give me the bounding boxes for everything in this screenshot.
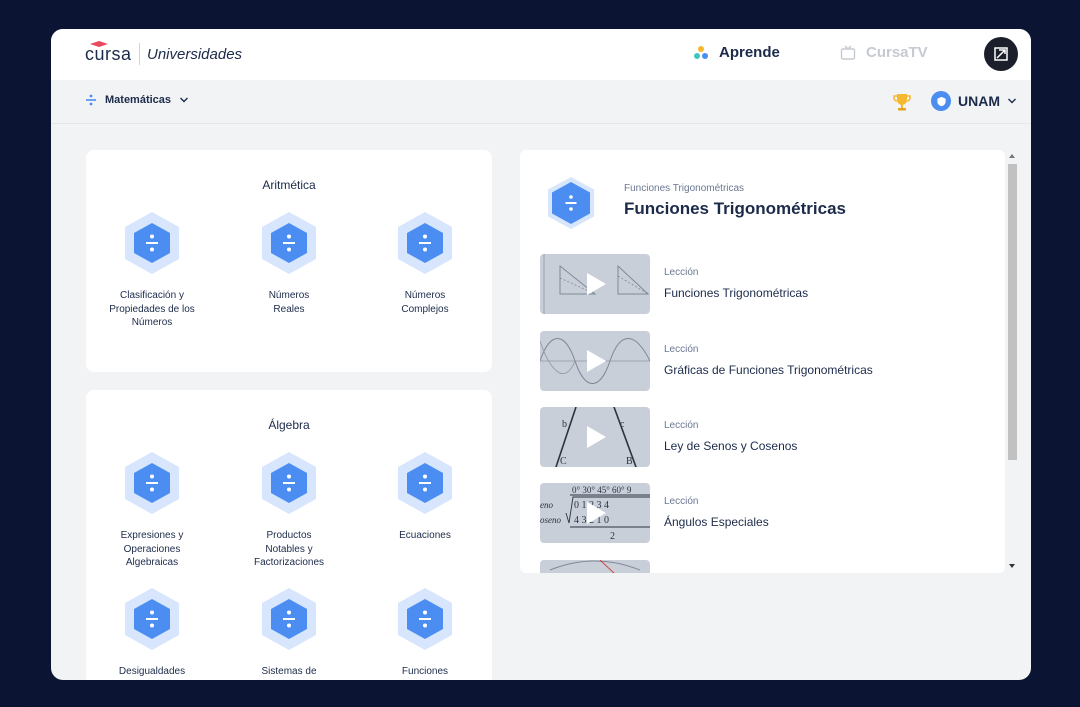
top-navbar: cursa Universidades Aprende CursaTV <box>51 29 1031 80</box>
panel-kicker: Funciones Trigonométricas <box>624 183 745 194</box>
lesson-item[interactable]: Lección Gráficas de Funciones Trigonomét… <box>540 331 980 391</box>
algebra-card: Álgebra Expresiones y Operaciones Algebr… <box>86 390 492 680</box>
svg-text:0° 30° 45° 60° 9: 0° 30° 45° 60° 9 <box>572 485 632 495</box>
device-frame: cursa Universidades Aprende CursaTV Mate… <box>0 0 1080 707</box>
lesson-name: Funciones Trigonométricas <box>664 286 809 300</box>
topic-item[interactable]: Funciones <box>375 587 475 679</box>
graduation-hat-icon <box>90 41 108 47</box>
logo-subtitle: Universidades <box>147 46 243 63</box>
svg-text:eno: eno <box>540 500 553 510</box>
chevron-down-icon <box>1008 98 1016 104</box>
logo-divider <box>139 43 140 65</box>
lesson-kind: Lección <box>664 496 699 507</box>
topic-label: Números Complejos <box>401 290 449 315</box>
topic-item[interactable]: Sistemas de <box>239 587 339 679</box>
topic-item[interactable]: Números Reales <box>239 211 339 316</box>
divide-icon <box>259 211 319 275</box>
lessons-panel: Funciones Trigonométricas Funciones Trig… <box>520 150 1005 573</box>
university-label: UNAM <box>958 93 1000 109</box>
subject-bar: Matemáticas UNAM <box>51 80 1031 124</box>
topic-label: Ecuaciones <box>399 530 451 541</box>
nav-cursatv[interactable]: CursaTV <box>840 44 928 61</box>
lesson-kind: Lección <box>664 420 699 431</box>
lesson-thumbnail: 0° 30° 45° 60° 9 eno oseno 0 1 2 3 4 4 3… <box>540 483 650 543</box>
university-selector[interactable]: UNAM <box>931 91 1017 111</box>
divide-icon <box>395 211 455 275</box>
divide-icon <box>122 211 182 275</box>
divide-icon <box>122 451 182 515</box>
user-avatar-button[interactable] <box>984 37 1018 71</box>
topic-label: Desigualdades <box>118 666 186 677</box>
lesson-item[interactable]: Lección Funciones Trigonométricas <box>540 254 980 314</box>
lesson-thumbnail <box>540 560 650 573</box>
nav-aprende-label: Aprende <box>719 44 780 61</box>
panel-scrollbar[interactable] <box>1005 150 1018 573</box>
svg-text:B: B <box>626 456 633 467</box>
topic-label: Sistemas de <box>261 666 317 677</box>
topic-item[interactable]: Expresiones y Operaciones Algebraicas <box>102 451 202 570</box>
topic-item[interactable]: Ecuaciones <box>375 451 475 543</box>
lesson-item[interactable]: b c C B Lección Ley de Senos y Cosenos <box>540 407 980 467</box>
lesson-name: Gráficas de Funciones Trigonométricas <box>664 363 873 377</box>
trophy-icon[interactable] <box>892 92 912 112</box>
lesson-thumbnail <box>540 331 650 391</box>
divide-icon <box>546 176 596 235</box>
shield-icon <box>931 91 951 111</box>
subject-selector[interactable]: Matemáticas <box>85 94 189 106</box>
user-avatar-icon <box>994 47 1008 61</box>
svg-text:C: C <box>560 456 567 467</box>
topic-label: Productos Notables y Factorizaciones <box>253 530 325 568</box>
divide-icon <box>395 451 455 515</box>
unit-circle-thumbnail <box>549 560 641 573</box>
lesson-thumbnail: b c C B <box>540 407 650 467</box>
topic-item[interactable]: Desigualdades <box>102 587 202 679</box>
topic-item[interactable]: Productos Notables y Factorizaciones <box>239 451 339 570</box>
scroll-thumb[interactable] <box>1008 164 1017 460</box>
topic-item[interactable]: Números Complejos <box>375 211 475 316</box>
aritmetica-card: Aritmética Clasificación y Propiedades d… <box>86 150 492 372</box>
cursa-logo[interactable]: cursa <box>85 41 132 65</box>
lesson-name: Ley de Senos y Cosenos <box>664 439 798 453</box>
play-icon <box>587 273 606 295</box>
panel-title: Funciones Trigonométricas <box>624 199 846 218</box>
topic-label: Números Reales <box>268 290 310 315</box>
svg-text:2: 2 <box>610 531 615 542</box>
topic-item[interactable]: Clasificación y Propiedades de los Númer… <box>102 211 202 330</box>
chevron-down-icon <box>180 97 189 103</box>
app-screen: cursa Universidades Aprende CursaTV Mate… <box>51 29 1031 680</box>
card-title: Álgebra <box>268 418 310 432</box>
scroll-down-icon[interactable] <box>1009 564 1015 568</box>
svg-text:b: b <box>562 419 567 430</box>
play-icon <box>587 502 606 524</box>
tv-icon <box>840 45 856 60</box>
nav-aprende[interactable]: Aprende <box>693 44 780 61</box>
nav-cursatv-label: CursaTV <box>866 44 928 61</box>
lesson-thumbnail <box>540 254 650 314</box>
divide-icon <box>259 451 319 515</box>
scroll-up-icon[interactable] <box>1009 154 1015 158</box>
topic-label: Funciones <box>401 666 449 677</box>
subject-label: Matemáticas <box>105 94 172 106</box>
svg-text:oseno: oseno <box>540 515 561 525</box>
divide-icon <box>122 587 182 651</box>
lesson-item[interactable]: 0° 30° 45° 60° 9 eno oseno 0 1 2 3 4 4 3… <box>540 483 980 543</box>
play-icon <box>587 350 606 372</box>
lesson-item-partial[interactable] <box>540 560 980 573</box>
aprende-dots-icon <box>694 45 708 59</box>
lesson-kind: Lección <box>664 344 699 355</box>
divide-icon <box>86 94 96 106</box>
svg-text:c: c <box>620 419 625 430</box>
play-icon <box>587 426 606 448</box>
lesson-kind: Lección <box>664 267 699 278</box>
logo-text: cursa <box>85 44 132 64</box>
divide-icon <box>259 587 319 651</box>
lesson-name: Ángulos Especiales <box>664 515 769 529</box>
topic-label: Clasificación y Propiedades de los Númer… <box>109 290 195 328</box>
card-title: Aritmética <box>262 178 316 192</box>
topic-label: Expresiones y Operaciones Algebraicas <box>120 530 184 568</box>
divide-icon <box>395 587 455 651</box>
